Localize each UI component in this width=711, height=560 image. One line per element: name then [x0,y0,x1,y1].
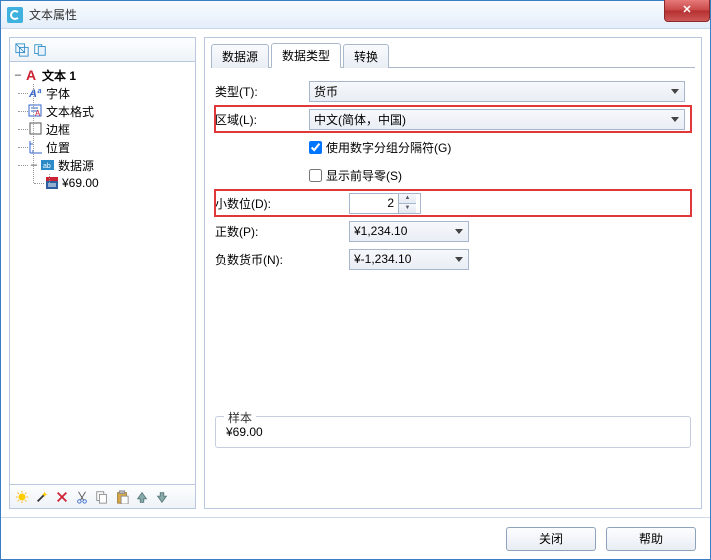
tab-transform[interactable]: 转换 [343,44,389,68]
tree-item-datasource[interactable]: − ab 数据源 [28,156,193,174]
spin-down-icon[interactable]: ▼ [399,204,416,213]
spin-up-icon[interactable]: ▲ [399,194,416,204]
grouping-checkbox[interactable]: 使用数字分组分隔符(G) [309,139,451,156]
tree-panel: − A 文本 1 Aª 字体 A 文本格式 边框 [9,37,196,509]
type-combo[interactable]: 货币 [309,81,685,102]
wizard-icon[interactable] [34,489,50,505]
copy-props-icon[interactable] [32,42,48,58]
help-button[interactable]: 帮助 [606,527,696,551]
new-icon[interactable] [14,489,30,505]
app-icon [7,7,23,23]
dialog-footer: 关闭 帮助 [1,517,710,559]
font-icon: Aª [28,85,44,101]
titlebar: 文本属性 ✕ [1,1,710,29]
tab-datatype[interactable]: 数据类型 [271,43,341,68]
property-tree[interactable]: − A 文本 1 Aª 字体 A 文本格式 边框 [10,62,195,484]
copy-icon[interactable] [94,489,110,505]
tree-item-position[interactable]: 位置 [28,138,193,156]
tree-item-textformat[interactable]: A 文本格式 [28,102,193,120]
cut-icon[interactable] [74,489,90,505]
svg-text:ab: ab [43,163,51,170]
close-button[interactable]: ✕ [664,0,710,22]
decimals-spinner[interactable]: ▲ ▼ [349,193,421,214]
text-properties-dialog: 文本属性 ✕ − A 文本 1 Aª 字体 [0,0,711,560]
negative-label: 负数货币(N): [215,251,309,268]
tab-datasource[interactable]: 数据源 [211,44,269,68]
decimals-label: 小数位(D): [215,195,309,212]
tree-item-label: 字体 [46,85,70,102]
chevron-down-icon [455,229,463,234]
grouping-checkbox-input[interactable] [309,141,322,154]
select-all-icon[interactable] [14,42,30,58]
move-up-icon[interactable] [134,489,150,505]
svg-text:A: A [26,67,36,83]
leadingzero-checkbox[interactable]: 显示前导零(S) [309,167,402,184]
region-value: 中文(简体，中国) [314,111,406,128]
collapse-icon[interactable]: − [12,68,24,82]
position-icon [28,139,44,155]
tree-item-label: 文本格式 [46,103,94,120]
negative-value: ¥-1,234.10 [354,252,411,266]
tree-item-datasource-value[interactable]: ¥69.00 [44,174,193,192]
textformat-icon: A [28,103,44,119]
close-dialog-button[interactable]: 关闭 [506,527,596,551]
positive-combo[interactable]: ¥1,234.10 [349,221,469,242]
tree-bottom-toolbar [10,484,195,508]
chevron-down-icon [455,257,463,262]
tree-item-label: 位置 [46,139,70,156]
tree-toolbar [10,38,195,62]
positive-label: 正数(P): [215,223,309,240]
delete-icon[interactable] [54,489,70,505]
sample-value: ¥69.00 [226,425,680,439]
sample-group: 样本 ¥69.00 [215,416,691,448]
tree-item-font[interactable]: Aª 字体 [28,84,193,102]
positive-value: ¥1,234.10 [354,224,407,238]
svg-text:Aª: Aª [28,88,42,100]
tree-root[interactable]: − A 文本 1 [12,66,193,84]
chevron-down-icon [671,89,679,94]
region-label: 区域(L): [215,111,309,128]
properties-panel: 数据源 数据类型 转换 类型(T): 货币 区域(L): 中文(简体，中国) [204,37,702,509]
svg-text:A: A [35,109,41,118]
leadingzero-label: 显示前导零(S) [326,167,402,184]
tree-root-label: 文本 1 [42,67,76,84]
type-value: 货币 [314,83,338,100]
leadingzero-checkbox-input[interactable] [309,169,322,182]
tree-item-label: 数据源 [58,157,94,174]
chevron-down-icon [671,117,679,122]
window-title: 文本属性 [29,6,77,23]
tree-item-label: ¥69.00 [62,176,99,190]
datatype-form: 类型(T): 货币 区域(L): 中文(简体，中国) [211,68,695,458]
grouping-label: 使用数字分组分隔符(G) [326,139,451,156]
type-label: 类型(T): [215,83,309,100]
tree-item-label: 边框 [46,121,70,138]
negative-combo[interactable]: ¥-1,234.10 [349,249,469,270]
data-value-icon [44,175,60,191]
tabs: 数据源 数据类型 转换 [211,44,695,68]
collapse-icon[interactable]: − [28,158,40,172]
tree-item-border[interactable]: 边框 [28,120,193,138]
region-combo[interactable]: 中文(简体，中国) [309,109,685,130]
decimals-input[interactable] [350,194,398,213]
paste-icon[interactable] [114,489,130,505]
border-icon [28,121,44,137]
move-down-icon[interactable] [154,489,170,505]
datasource-icon: ab [40,157,56,173]
sample-legend: 样本 [224,409,256,426]
text-object-icon: A [24,67,40,83]
